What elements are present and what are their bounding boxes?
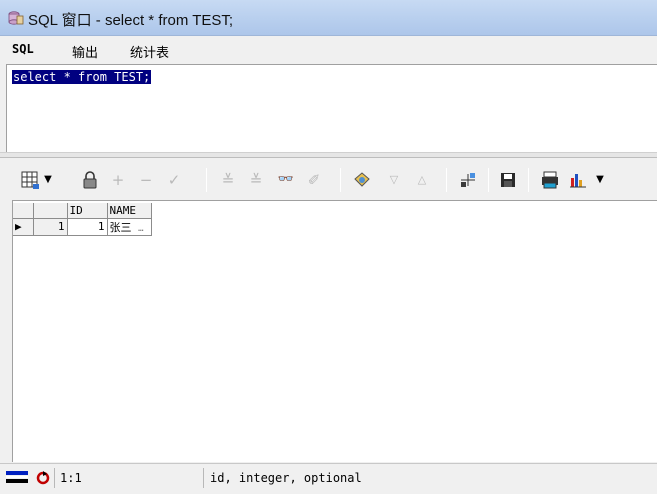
chart-dropdown-icon[interactable]: ▼ xyxy=(594,170,606,190)
status-color-icon xyxy=(4,468,30,488)
find-icon[interactable]: 👓 xyxy=(276,170,296,190)
lock-icon[interactable] xyxy=(80,170,100,190)
sql-editor[interactable]: select * from TEST; xyxy=(6,64,657,152)
cell-name[interactable]: 张三 … xyxy=(107,218,152,236)
status-bar: 1:1 id, integer, optional xyxy=(0,463,657,493)
tab-output[interactable]: 输出 xyxy=(66,40,104,61)
fetch-last-icon[interactable]: ≚ xyxy=(246,170,266,190)
query-by-example-icon[interactable] xyxy=(352,170,372,190)
next-record-icon[interactable]: ▽ xyxy=(384,170,404,190)
export-icon[interactable] xyxy=(458,170,478,190)
clear-icon[interactable]: ✐ xyxy=(304,170,324,190)
cell-name-value: 张三 xyxy=(109,220,132,234)
cell-edit-button[interactable]: … xyxy=(138,224,143,234)
sql-window: SQL 窗口 - select * from TEST; SQL 输出 统计表 … xyxy=(0,0,657,493)
print-icon[interactable] xyxy=(540,170,560,190)
window-title: SQL 窗口 - select * from TEST; xyxy=(28,12,234,29)
table-row[interactable]: ▶ 1 1 张三 … xyxy=(13,218,152,236)
status-refresh-icon xyxy=(36,468,50,488)
post-record-icon[interactable]: ✓ xyxy=(164,170,184,190)
tab-sql[interactable]: SQL xyxy=(6,40,40,60)
row-indicator-header xyxy=(13,203,34,219)
results-table: ID NAME ▶ 1 1 张三 … xyxy=(13,203,152,236)
column-info: id, integer, optional xyxy=(210,471,362,485)
column-header-id[interactable]: ID xyxy=(67,203,108,219)
status-divider xyxy=(203,468,204,488)
tab-strip: SQL 输出 统计表 xyxy=(0,37,657,63)
delete-record-icon[interactable]: − xyxy=(136,170,156,190)
row-number: 1 xyxy=(33,218,68,236)
toolbar-separator xyxy=(528,168,529,192)
grid-view-icon[interactable] xyxy=(20,170,40,190)
prev-record-icon[interactable]: △ xyxy=(412,170,432,190)
cell-id[interactable]: 1 xyxy=(67,218,108,236)
column-header-name[interactable]: NAME xyxy=(107,203,152,219)
status-divider xyxy=(54,468,55,488)
row-number-header xyxy=(33,203,68,219)
toolbar-separator xyxy=(446,168,447,192)
fetch-next-icon[interactable]: ≚ xyxy=(218,170,238,190)
current-row-arrow-icon: ▶ xyxy=(13,218,34,236)
title-bar[interactable]: SQL 窗口 - select * from TEST; xyxy=(0,0,657,36)
toolbar-separator xyxy=(488,168,489,192)
results-toolbar: ▼ + − ✓ ≚ ≚ 👓 ✐ ▽ △ ▼ xyxy=(0,158,657,200)
cursor-position: 1:1 xyxy=(60,471,82,485)
results-grid[interactable]: ID NAME ▶ 1 1 张三 … xyxy=(12,200,657,462)
dropdown-arrow-icon[interactable]: ▼ xyxy=(42,170,54,190)
toolbar-separator xyxy=(206,168,207,192)
sql-text-line[interactable]: select * from TEST; xyxy=(12,70,152,84)
toolbar-separator xyxy=(340,168,341,192)
add-record-icon[interactable]: + xyxy=(108,170,128,190)
tab-statistics[interactable]: 统计表 xyxy=(124,40,175,61)
grid-header-row: ID NAME xyxy=(13,203,152,219)
sql-selected-text: select * from TEST; xyxy=(12,70,152,84)
save-icon[interactable] xyxy=(498,170,518,190)
database-window-icon xyxy=(8,11,24,25)
chart-icon[interactable] xyxy=(568,170,588,190)
